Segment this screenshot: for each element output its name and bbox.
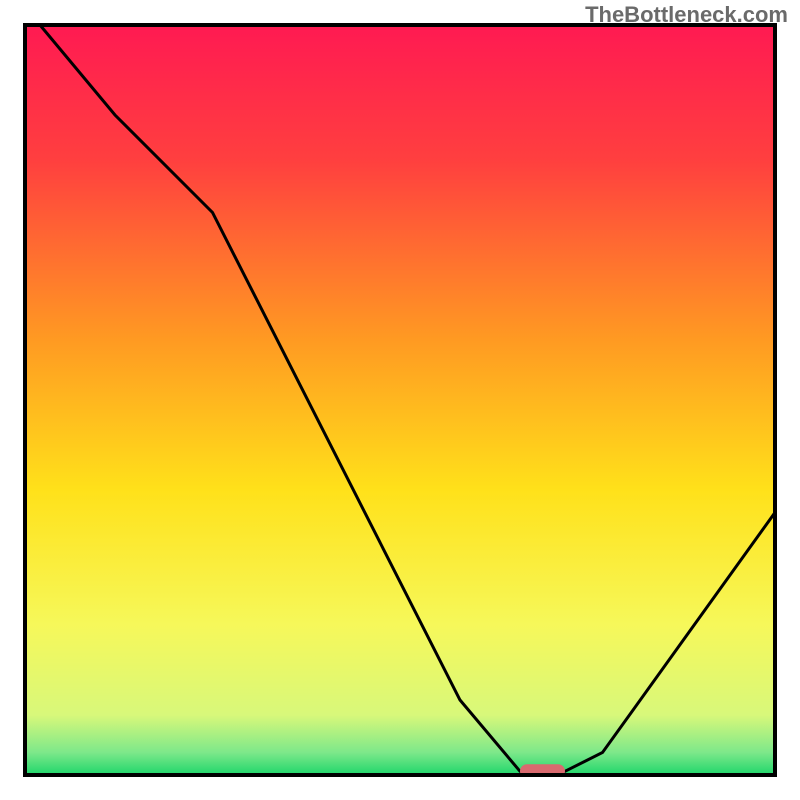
watermark-text: TheBottleneck.com [585, 2, 788, 28]
chart-container: TheBottleneck.com [0, 0, 800, 800]
bottleneck-chart [0, 0, 800, 800]
